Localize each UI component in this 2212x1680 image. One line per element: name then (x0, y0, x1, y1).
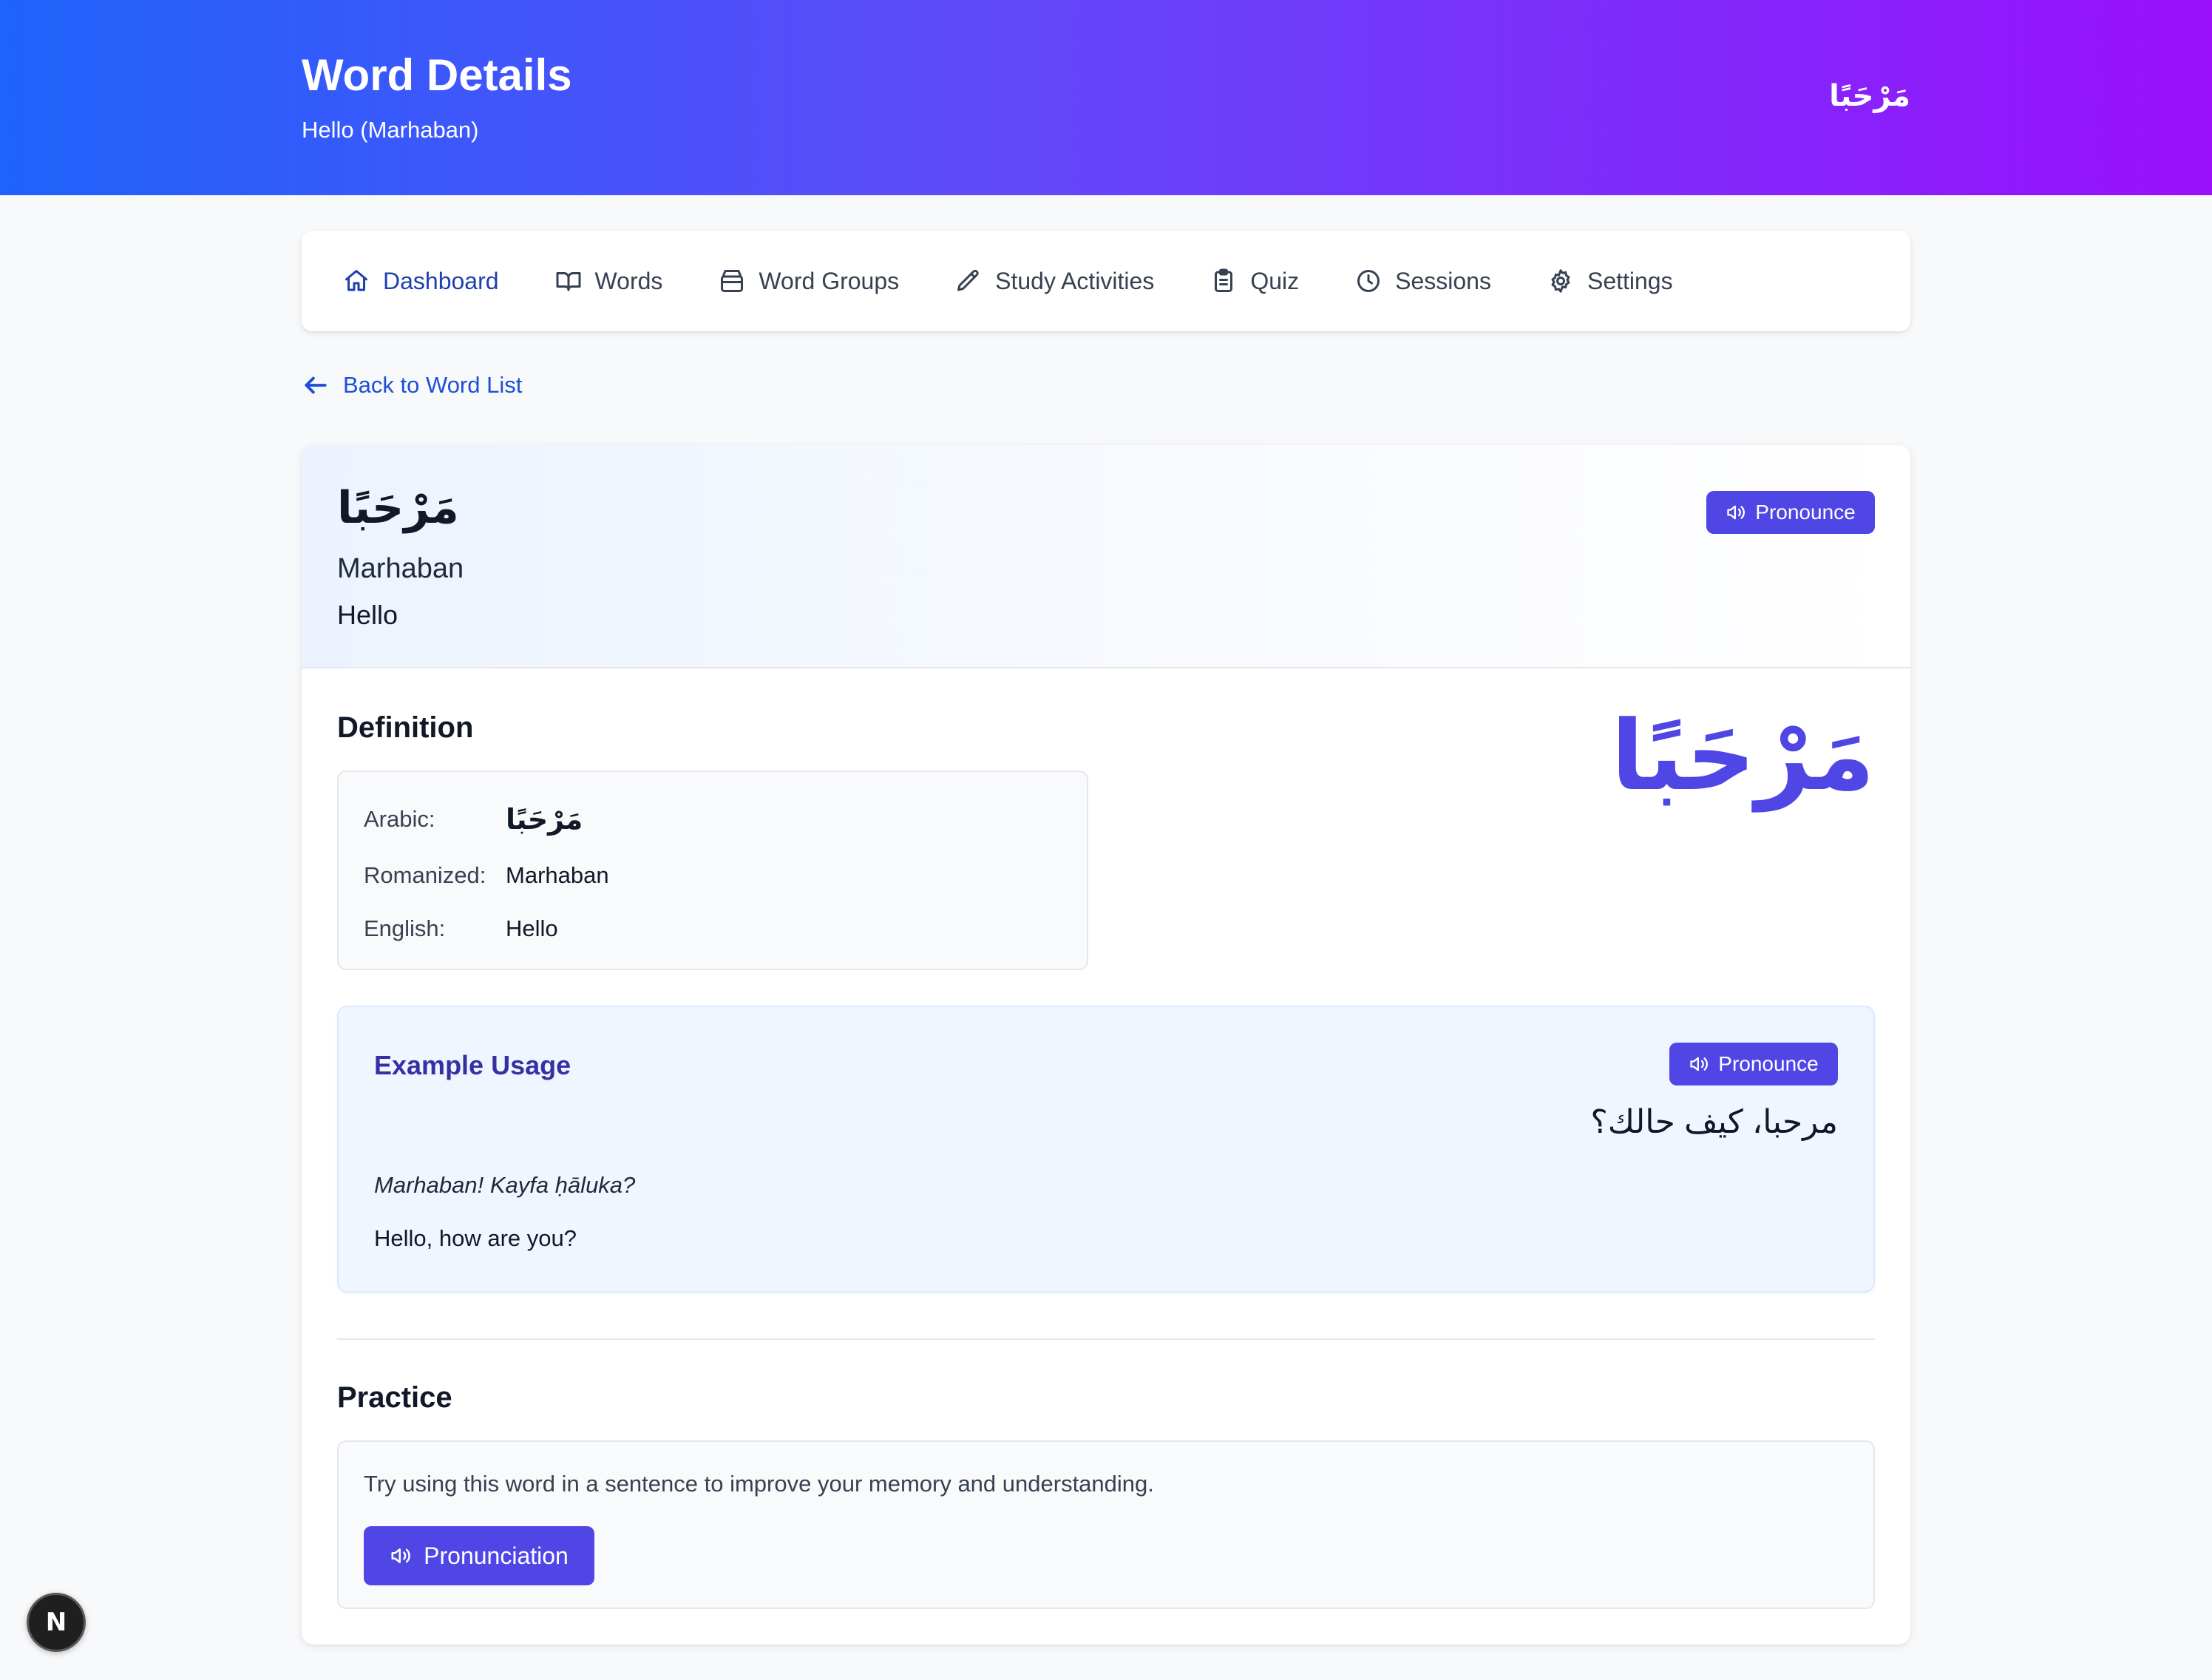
practice-title: Practice (337, 1381, 452, 1414)
pronounce-button-label: Pronounce (1755, 501, 1856, 524)
home-icon (345, 270, 367, 291)
practice-box: Try using this word in a sentence to imp… (337, 1440, 1875, 1609)
word-summary: مَرْحَبًا Marhaban Hello Pronounce (302, 445, 1910, 668)
gear-icon (1551, 269, 1570, 293)
speaker-icon (391, 1548, 410, 1563)
word-arabic: مَرْحَبًا (337, 483, 459, 532)
example-pronounce-button[interactable]: Pronounce (1669, 1043, 1838, 1085)
pronunciation-button[interactable]: Pronunciation (364, 1526, 594, 1585)
example-usage-box: Example Usage Pronounce مرحبا، كيف حالك؟… (337, 1006, 1875, 1293)
nav-item-label: Dashboard (383, 267, 499, 294)
nav-item-label: Study Activities (995, 267, 1155, 294)
arrow-left-icon (305, 376, 327, 394)
definition-row-english: English: Hello (364, 907, 558, 951)
archive-icon (721, 270, 744, 292)
back-link-label: Back to Word List (343, 372, 523, 398)
page-subtitle: Hello (Marhaban) (302, 117, 479, 143)
nav-item-words[interactable]: Words (555, 251, 663, 311)
header-arabic-word: مَرْحَبًا (1829, 80, 1910, 112)
pencil-icon (957, 269, 979, 291)
pronounce-button[interactable]: Pronounce (1706, 491, 1875, 534)
nav-item-settings[interactable]: Settings (1547, 251, 1673, 311)
definition-box: Arabic: مَرْحَبًا Romanized: Marhaban En… (337, 770, 1088, 970)
nav-item-label: Sessions (1395, 267, 1491, 294)
back-to-word-list-link[interactable]: Back to Word List (302, 367, 522, 404)
large-arabic-word: مَرْحَبًا (1611, 702, 1875, 810)
definition-value: مَرْحَبًا (506, 804, 583, 836)
definition-label: Romanized: (364, 862, 486, 888)
example-romanized-sentence: Marhaban! Kayfa ḥāluka? (374, 1172, 636, 1198)
example-arabic-sentence: مرحبا، كيف حالك؟ (1590, 1104, 1838, 1140)
nav-item-study-activities[interactable]: Study Activities (955, 251, 1154, 311)
speaker-icon (1690, 1057, 1709, 1071)
pronunciation-button-label: Pronunciation (424, 1542, 569, 1569)
word-romanized: Marhaban (337, 553, 464, 584)
nav-item-sessions[interactable]: Sessions (1355, 251, 1491, 311)
dev-tools-badge[interactable]: N (27, 1593, 86, 1652)
pronounce-button-label: Pronounce (1718, 1052, 1819, 1075)
practice-text: Try using this word in a sentence to imp… (364, 1471, 1154, 1497)
definition-value: Hello (506, 915, 558, 941)
book-icon (556, 272, 581, 291)
main-nav: Dashboard Words Word Groups Study Activi… (302, 231, 1910, 331)
nav-item-dashboard[interactable]: Dashboard (343, 251, 499, 311)
page-header: Word Details Hello (Marhaban) مَرْحَبًا (0, 0, 2212, 195)
definition-row-arabic: Arabic: مَرْحَبًا (364, 797, 583, 841)
clock-icon (1357, 270, 1380, 292)
example-usage-title: Example Usage (374, 1050, 571, 1080)
clipboard-icon (1215, 268, 1233, 292)
definition-title: Definition (337, 711, 474, 744)
definition-value: Marhaban (506, 862, 609, 888)
nav-item-label: Word Groups (759, 267, 900, 294)
nav-item-label: Words (594, 267, 663, 294)
nav-item-word-groups[interactable]: Word Groups (719, 251, 899, 311)
badge-letter: N (45, 1608, 67, 1637)
definition-label: English: (364, 915, 446, 941)
nav-item-label: Settings (1587, 267, 1673, 294)
definition-label: Arabic: (364, 806, 435, 832)
nav-item-label: Quiz (1250, 267, 1300, 294)
section-divider (337, 1338, 1875, 1340)
nav-item-quiz[interactable]: Quiz (1210, 251, 1299, 311)
speaker-icon (1727, 505, 1745, 520)
definition-row-romanized: Romanized: Marhaban (364, 853, 609, 898)
page-title: Word Details (302, 50, 572, 100)
word-detail-card: مَرْحَبًا Marhaban Hello Pronounce Defin… (302, 445, 1910, 1645)
example-english-sentence: Hello, how are you? (374, 1225, 577, 1251)
word-english: Hello (337, 600, 398, 630)
